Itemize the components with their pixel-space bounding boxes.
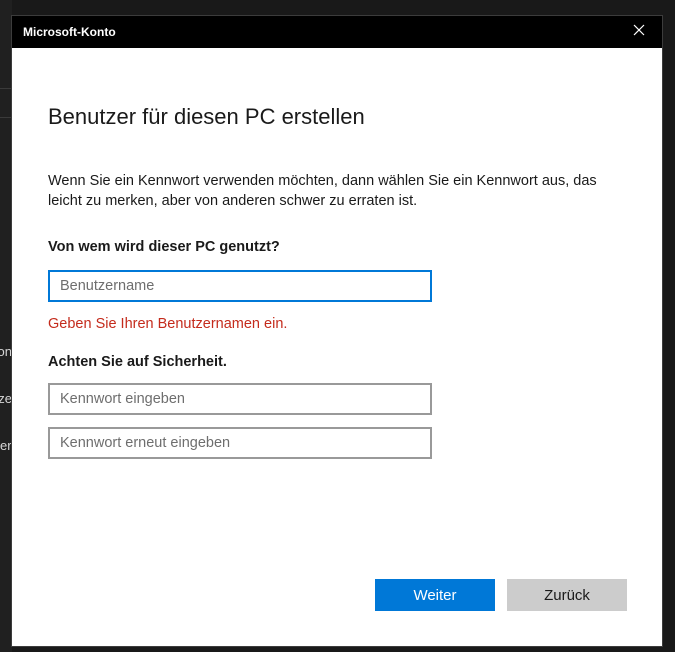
back-button[interactable]: Zurück (507, 579, 627, 611)
next-button[interactable]: Weiter (375, 579, 495, 611)
user-question-label: Von wem wird dieser PC genutzt? (48, 239, 280, 255)
password-input[interactable] (48, 383, 432, 415)
security-label: Achten Sie auf Sicherheit. (48, 354, 227, 370)
username-input[interactable] (48, 270, 432, 302)
password-confirm-input[interactable] (48, 427, 432, 459)
microsoft-account-dialog: Microsoft-Konto Benutzer für diesen PC e… (11, 15, 663, 647)
page-title: Benutzer für diesen PC erstellen (48, 104, 365, 129)
title-bar: Microsoft-Konto (12, 16, 662, 48)
close-icon (633, 23, 645, 41)
username-error-message: Geben Sie Ihren Benutzernamen ein. (48, 316, 288, 332)
window-title: Microsoft-Konto (23, 25, 116, 39)
close-button[interactable] (616, 16, 662, 48)
description-text: Wenn Sie ein Kennwort verwenden möchten,… (48, 173, 597, 209)
